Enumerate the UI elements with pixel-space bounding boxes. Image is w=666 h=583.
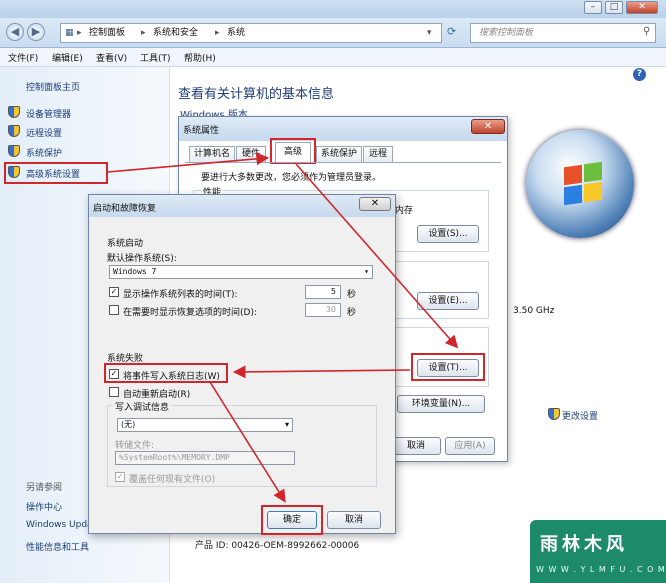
minimize-button[interactable]: – xyxy=(584,1,602,14)
system-startup-heading: 系统启动 xyxy=(107,239,144,249)
highlight-box-write-event xyxy=(104,363,228,383)
dialog-titlebar: 启动和故障恢复 ✕ xyxy=(89,195,395,217)
show-recovery-checkbox[interactable] xyxy=(109,305,119,315)
overwrite-checkbox[interactable]: ✓ xyxy=(115,472,125,482)
perf-settings-button[interactable]: 设置(S)... xyxy=(417,225,479,243)
watermark-url: W W W . Y L M F U . C O M xyxy=(536,565,666,574)
breadcrumb-separator: ▸ xyxy=(215,28,220,38)
debug-info-heading: 写入调试信息 xyxy=(113,400,172,413)
highlight-box-ok xyxy=(261,505,323,535)
menu-file[interactable]: 文件(F) xyxy=(8,51,38,64)
shield-icon xyxy=(548,408,560,420)
dialog-title: 系统属性 xyxy=(183,126,220,136)
chevron-down-icon[interactable]: ▾ xyxy=(427,24,432,42)
default-os-select[interactable]: Windows 7 ▾ xyxy=(109,265,373,279)
perf-info-link[interactable]: 性能信息和工具 xyxy=(26,540,89,553)
show-recovery-label: 在需要时显示恢复选项的时间(D): xyxy=(123,308,257,318)
debug-type-select[interactable]: (无) ▾ xyxy=(117,418,293,432)
menu-bar: 文件(F) 编辑(E) 查看(V) 工具(T) 帮助(H) xyxy=(0,48,666,67)
menu-view[interactable]: 查看(V) xyxy=(96,51,127,64)
startup-cancel-button[interactable]: 取消 xyxy=(327,511,381,529)
tab-remote[interactable]: 远程 xyxy=(363,146,393,162)
close-button[interactable]: ✕ xyxy=(626,1,658,14)
startup-recovery-dialog: 启动和故障恢复 ✕ 系统启动 默认操作系统(S): Windows 7 ▾ ✓ … xyxy=(88,194,396,535)
menu-help[interactable]: 帮助(H) xyxy=(184,51,216,64)
action-center-link[interactable]: 操作中心 xyxy=(26,500,62,513)
show-recovery-seconds-input[interactable]: 30 xyxy=(305,303,341,317)
tab-divider xyxy=(185,162,501,163)
memory-label: 内存 xyxy=(395,206,414,216)
dialog-title: 启动和故障恢复 xyxy=(93,204,157,214)
auto-restart-label: 自动重新启动(R) xyxy=(123,390,191,400)
debug-type-value: (无) xyxy=(121,420,136,429)
show-list-checkbox[interactable]: ✓ xyxy=(109,287,119,297)
show-list-label: 显示操作系统列表的时间(T): xyxy=(123,290,238,300)
system-protection-link[interactable]: 系统保护 xyxy=(26,146,62,159)
refresh-icon[interactable]: ⟳ xyxy=(447,25,463,41)
breadcrumb-security[interactable]: 系统和安全 xyxy=(153,24,198,42)
default-os-label: 默认操作系统(S): xyxy=(107,254,177,264)
search-input[interactable]: 搜索控制面板 xyxy=(470,23,656,43)
highlight-box-advanced-tab xyxy=(270,138,316,164)
overwrite-label: 覆盖任何现有文件(O) xyxy=(129,475,216,485)
dump-file-input[interactable]: %SystemRoot%\MEMORY.DMP xyxy=(115,451,295,465)
tab-computer-name[interactable]: 计算机名 xyxy=(189,146,235,162)
see-also-heading: 另请参阅 xyxy=(26,483,63,493)
tab-system-protection[interactable]: 系统保护 xyxy=(316,146,362,162)
breadcrumb-separator: ▸ xyxy=(141,28,146,38)
tab-hardware[interactable]: 硬件 xyxy=(236,146,266,162)
chevron-down-icon: ▾ xyxy=(284,420,289,429)
address-toolbar: ◀ ▶ ▦ ▸ 控制面板 ▸ 系统和安全 ▸ 系统 ▾ ⟳ 搜索控制面板 ⚲ xyxy=(0,18,666,48)
shield-icon xyxy=(8,125,20,137)
highlight-box-settings xyxy=(411,353,485,381)
address-bar[interactable]: ▦ ▸ 控制面板 ▸ 系统和安全 ▸ 系统 ▾ xyxy=(60,23,442,43)
apply-button[interactable]: 应用(A) xyxy=(445,437,495,455)
windows-logo-icon xyxy=(526,130,634,238)
breadcrumb-separator: ▸ xyxy=(77,28,82,38)
shield-icon xyxy=(8,106,20,118)
chevron-down-icon: ▾ xyxy=(364,267,369,276)
seconds-label: 秒 xyxy=(347,290,357,300)
search-icon[interactable]: ⚲ xyxy=(643,26,650,37)
menu-tools[interactable]: 工具(T) xyxy=(140,51,171,64)
cpu-speed-value: 3.50 GHz xyxy=(513,306,555,316)
remote-settings-link[interactable]: 远程设置 xyxy=(26,126,62,139)
page-title: 查看有关计算机的基本信息 xyxy=(178,87,335,102)
device-manager-link[interactable]: 设备管理器 xyxy=(26,107,71,120)
default-os-value: Windows 7 xyxy=(113,267,157,276)
seconds-label: 秒 xyxy=(347,308,357,318)
breadcrumb-control-panel[interactable]: 控制面板 xyxy=(89,24,125,42)
help-icon[interactable]: ? xyxy=(633,68,646,81)
dialog-titlebar: 系统属性 ✕ xyxy=(179,117,507,141)
admin-note: 要进行大多数更改，您必须作为管理员登录。 xyxy=(201,173,382,183)
change-settings-link[interactable]: 更改设置 xyxy=(562,409,598,422)
menu-edit[interactable]: 编辑(E) xyxy=(52,51,83,64)
breadcrumb-system[interactable]: 系统 xyxy=(227,24,245,42)
profile-settings-button[interactable]: 设置(E)... xyxy=(417,292,479,310)
auto-restart-checkbox[interactable] xyxy=(109,387,119,397)
product-id: 产品 ID: 00426-OEM-8992662-00006 xyxy=(195,541,360,551)
close-icon[interactable]: ✕ xyxy=(471,119,505,134)
back-button[interactable]: ◀ xyxy=(6,23,24,41)
window-titlebar: – □ ✕ xyxy=(0,0,666,18)
sysprop-cancel-button[interactable]: 取消 xyxy=(391,437,441,455)
close-icon[interactable]: ✕ xyxy=(359,197,391,211)
watermark-text: 雨林木风 xyxy=(540,534,628,555)
control-panel-home-link[interactable]: 控制面板主页 xyxy=(26,80,80,93)
highlight-box-advanced xyxy=(4,162,108,184)
dump-file-label: 转储文件: xyxy=(115,441,155,451)
maximize-button[interactable]: □ xyxy=(605,1,623,14)
show-list-seconds-input[interactable]: 5 xyxy=(305,285,341,299)
shield-icon xyxy=(8,145,20,157)
environment-variables-button[interactable]: 环境变量(N)... xyxy=(397,395,485,413)
forward-button[interactable]: ▶ xyxy=(27,23,45,41)
folder-icon: ▦ xyxy=(65,28,74,38)
